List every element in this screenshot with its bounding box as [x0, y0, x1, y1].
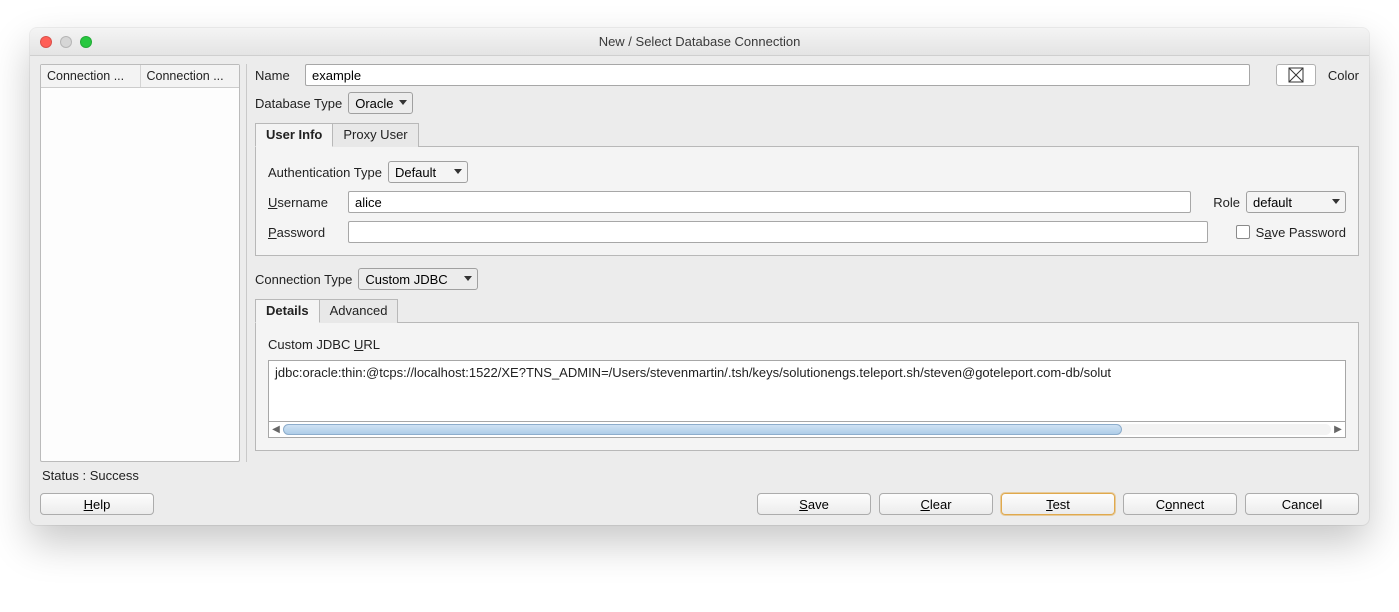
connections-col-details[interactable]: Connection ...	[141, 65, 240, 87]
connections-list-header: Connection ... Connection ...	[41, 65, 239, 88]
test-button[interactable]: Test	[1001, 493, 1115, 515]
clear-button[interactable]: Clear	[879, 493, 993, 515]
connections-list[interactable]: Connection ... Connection ...	[40, 64, 240, 462]
user-tabs: User Info Proxy User	[255, 122, 1359, 147]
button-bar: Help Save Clear Test Connect Cancel	[40, 485, 1359, 515]
save-button[interactable]: Save	[757, 493, 871, 515]
name-label: Name	[255, 68, 299, 83]
tab-user-info[interactable]: User Info	[255, 123, 333, 147]
color-swatch-button[interactable]	[1276, 64, 1316, 86]
help-button[interactable]: Help	[40, 493, 154, 515]
tab-advanced[interactable]: Advanced	[319, 299, 399, 323]
auth-type-select[interactable]: Default	[388, 161, 468, 183]
dbtype-label: Database Type	[255, 96, 342, 111]
window-title: New / Select Database Connection	[30, 34, 1369, 49]
connect-button[interactable]: Connect	[1123, 493, 1237, 515]
scrollbar-thumb[interactable]	[283, 424, 1122, 435]
save-password-checkbox[interactable]	[1236, 225, 1250, 239]
titlebar: New / Select Database Connection	[30, 28, 1369, 56]
jdbc-url-label: Custom JDBC URL	[268, 337, 1346, 352]
role-label: Role	[1213, 195, 1240, 210]
jdbc-url-input[interactable]: jdbc:oracle:thin:@tcps://localhost:1522/…	[268, 360, 1346, 422]
conn-detail-tabs: Details Advanced	[255, 298, 1359, 323]
scroll-left-icon[interactable]: ◀	[269, 422, 283, 437]
password-label: Password	[268, 225, 342, 240]
jdbc-url-scrollbar[interactable]: ◀ ▶	[268, 422, 1346, 438]
role-select[interactable]: default	[1246, 191, 1346, 213]
user-info-panel: Authentication Type Default Username Rol…	[255, 147, 1359, 256]
cancel-button[interactable]: Cancel	[1245, 493, 1359, 515]
name-input[interactable]	[305, 64, 1250, 86]
auth-type-label: Authentication Type	[268, 165, 382, 180]
color-label: Color	[1328, 68, 1359, 83]
status-text: Status : Success	[40, 462, 1359, 485]
username-input[interactable]	[348, 191, 1191, 213]
conn-type-label: Connection Type	[255, 272, 352, 287]
color-picker-icon	[1288, 67, 1304, 83]
scroll-right-icon[interactable]: ▶	[1331, 422, 1345, 437]
connections-col-name[interactable]: Connection ...	[41, 65, 141, 87]
username-label: Username	[268, 195, 342, 210]
conn-type-select[interactable]: Custom JDBC	[358, 268, 478, 290]
tab-details[interactable]: Details	[255, 299, 320, 323]
dialog-window: New / Select Database Connection Connect…	[30, 28, 1369, 525]
dbtype-select[interactable]: Oracle	[348, 92, 413, 114]
details-panel: Custom JDBC URL jdbc:oracle:thin:@tcps:/…	[255, 323, 1359, 451]
save-password-label: Save Password	[1256, 225, 1346, 240]
tab-proxy-user[interactable]: Proxy User	[332, 123, 418, 147]
password-input[interactable]	[348, 221, 1208, 243]
